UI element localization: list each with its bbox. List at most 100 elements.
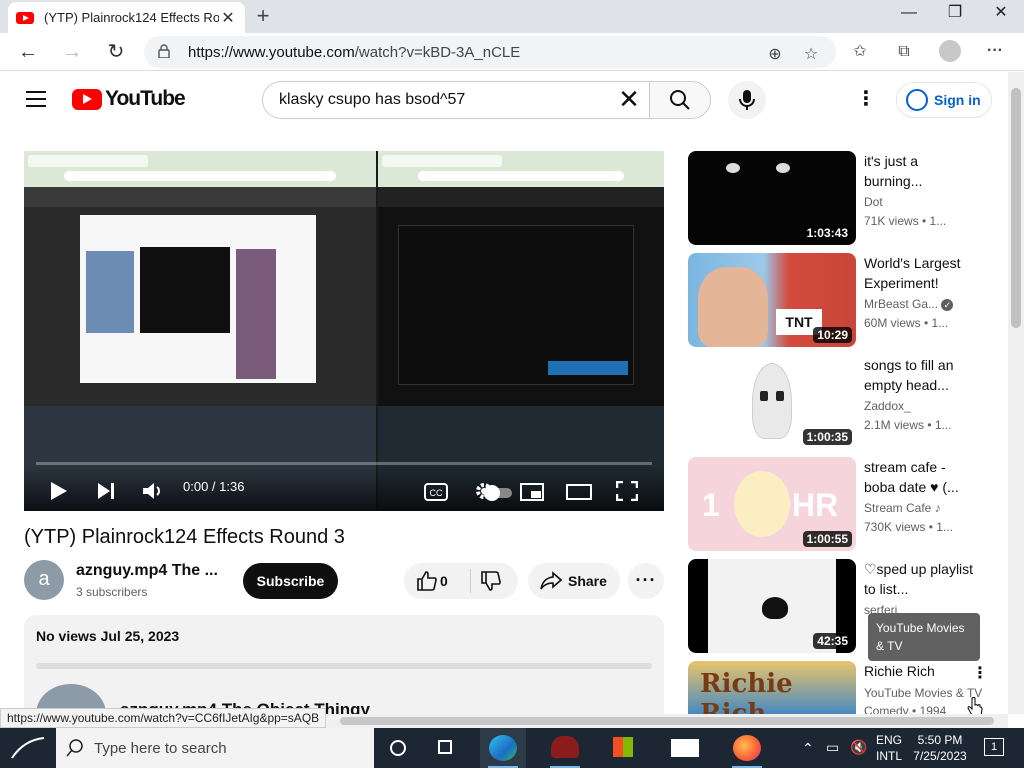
edge-taskbar-icon[interactable] [480,728,526,768]
recommendation-menu-icon[interactable]: ⋮ [972,663,988,683]
taskbar-search-icon [66,739,83,757]
recommendation-item[interactable]: TNT 10:29 World's Largest Experiment! Mr… [688,253,988,348]
channel-name[interactable]: aznguy.mp4 The ... [76,562,218,580]
dislike-thumb-icon[interactable] [480,570,502,592]
taskbar-search[interactable]: Type here to search [56,728,374,768]
recommendation-thumbnail[interactable]: 42:35 [688,559,856,653]
recommendation-thumbnail[interactable]: 1:03:43 [688,151,856,245]
recommendation-item[interactable]: Richie Rich Richie Rich ⋮ YouTube Movies… [688,661,988,714]
recommendation-item[interactable]: 1:00:35 songs to fill an empty head... Z… [688,355,988,450]
subscribe-button[interactable]: Subscribe [243,563,338,599]
hamburger-menu-icon[interactable] [26,91,46,107]
recommendation-views: 2.1M views • 1... [864,418,952,432]
recommendation-title[interactable]: World's Largest Experiment! [864,253,976,293]
extension-add-icon[interactable]: ⊕ [764,44,786,66]
recommendation-item[interactable]: 1:03:43 it's just a burning... Dot 71K v… [688,151,988,246]
youtube-logo[interactable]: YouTube [72,87,186,111]
mail-taskbar-icon[interactable] [662,728,708,768]
url-field[interactable]: https://www.youtube.com/watch?v=kBD-3A_n… [144,36,836,68]
search-icon [670,90,690,110]
browser-tab[interactable]: (YTP) Plainrock124 Effects Round 3 - You… [8,2,245,33]
back-icon[interactable]: ← [13,38,43,66]
restore-icon[interactable]: ❐ [932,0,978,28]
search-box[interactable]: klasky csupo has bsod^57 ✕ [262,81,650,119]
settings-gear-icon[interactable] [474,481,494,501]
settings-more-icon[interactable]: ⋮ [856,88,876,112]
recommendation-title[interactable]: Richie Rich [864,661,976,681]
lock-icon [158,44,170,58]
search-button[interactable] [649,81,711,119]
recommendation-title[interactable]: ♡sped up playlist to list... [864,559,976,599]
video-player[interactable]: 0:00 / 1:36 CC [24,151,664,511]
player-controls: 0:00 / 1:36 CC [24,465,664,511]
recommendation-channel[interactable]: Stream Cafe ♪ [864,501,941,515]
tab-title: (YTP) Plainrock124 Effects Round 3 - You… [44,10,219,25]
app-taskbar-icon[interactable] [542,728,588,768]
store-taskbar-icon[interactable] [600,728,646,768]
recommendation-title[interactable]: songs to fill an empty head... [864,355,976,395]
tab-close-icon[interactable]: ✕ [219,8,237,28]
firefox-taskbar-icon[interactable] [724,728,770,768]
volume-muted-icon[interactable]: 🔇 [850,739,867,756]
recommendation-title[interactable]: it's just a burning... [864,151,976,191]
start-swoosh-icon[interactable] [10,736,46,760]
voice-search-button[interactable] [728,81,766,119]
duration-badge: 1:00:55 [802,531,852,547]
recommendation-channel[interactable]: Zaddox_ [864,399,911,413]
cortana-icon[interactable] [375,728,421,768]
forward-icon[interactable]: → [57,38,87,66]
network-icon[interactable]: ▭ [826,739,839,756]
notifications-icon[interactable]: 1 [984,738,1004,756]
duration-badge: 1:00:35 [802,429,852,445]
favorite-star-icon[interactable]: ☆ [800,44,822,66]
fullscreen-icon[interactable] [616,481,638,501]
video-meta: No views Jul 25, 2023 [36,628,180,644]
new-tab-icon[interactable]: + [252,2,274,30]
recommendation-item[interactable]: 1 HR 1:00:55 stream cafe - boba date ♥ (… [688,457,988,552]
refresh-icon[interactable]: ↻ [101,38,131,66]
recommendation-thumbnail[interactable]: 1 HR 1:00:55 [688,457,856,551]
recommendation-thumbnail[interactable]: TNT 10:29 [688,253,856,347]
recommendation-channel[interactable]: MrBeast Ga... ✓ [864,297,954,311]
clock[interactable]: 5:50 PM 7/25/2023 [912,732,968,764]
window-close-icon[interactable]: ✕ [978,0,1024,28]
next-icon[interactable] [96,481,116,501]
svg-text:CC: CC [430,488,443,498]
recommendation-channel[interactable]: Dot [864,195,883,209]
recommendation-thumbnail[interactable]: 1:00:35 [688,355,856,449]
microphone-icon [739,90,755,110]
duration-badge: 42:35 [813,633,852,649]
vertical-scroll-thumb[interactable] [1011,88,1021,328]
video-frame-left [24,151,376,511]
like-thumb-icon[interactable] [416,570,438,592]
theater-mode-icon[interactable] [566,483,592,501]
profile-avatar[interactable] [939,40,961,62]
youtube-logo-text: YouTube [105,87,186,110]
language-indicator[interactable]: ENG INTL [876,732,902,764]
account-icon [906,89,928,111]
duration-badge: 10:29 [813,327,852,343]
search-input[interactable]: klasky csupo has bsod^57 [279,91,465,109]
minimize-icon[interactable]: — [886,0,932,28]
share-button[interactable]: Share [528,563,620,599]
tray-chevron-icon[interactable]: ⌃ [802,740,814,757]
recommendation-channel[interactable]: YouTube Movies & TV [864,686,982,700]
task-view-icon[interactable] [423,728,469,768]
volume-icon[interactable] [142,481,164,501]
address-bar-row: ← → ↻ https://www.youtube.com/watch?v=kB… [0,33,1024,71]
sign-in-button[interactable]: Sign in [896,82,992,118]
like-dislike-group [404,563,518,599]
vertical-scrollbar[interactable] [1008,72,1024,714]
recommendation-thumbnail[interactable]: Richie Rich [688,661,856,714]
more-actions-icon[interactable]: ··· [628,563,664,599]
clear-search-icon[interactable]: ✕ [614,85,644,115]
play-icon[interactable] [50,481,68,501]
miniplayer-icon[interactable] [520,483,544,501]
captions-icon[interactable]: CC [424,483,448,501]
channel-avatar[interactable]: a [24,560,64,600]
favorites-icon[interactable]: ✩ [849,41,871,63]
browser-menu-icon[interactable]: ··· [984,40,1006,62]
collections-icon[interactable]: ⧉ [893,41,915,63]
horizontal-scroll-thumb[interactable] [340,717,994,725]
recommendation-title[interactable]: stream cafe - boba date ♥ (... [864,457,976,497]
